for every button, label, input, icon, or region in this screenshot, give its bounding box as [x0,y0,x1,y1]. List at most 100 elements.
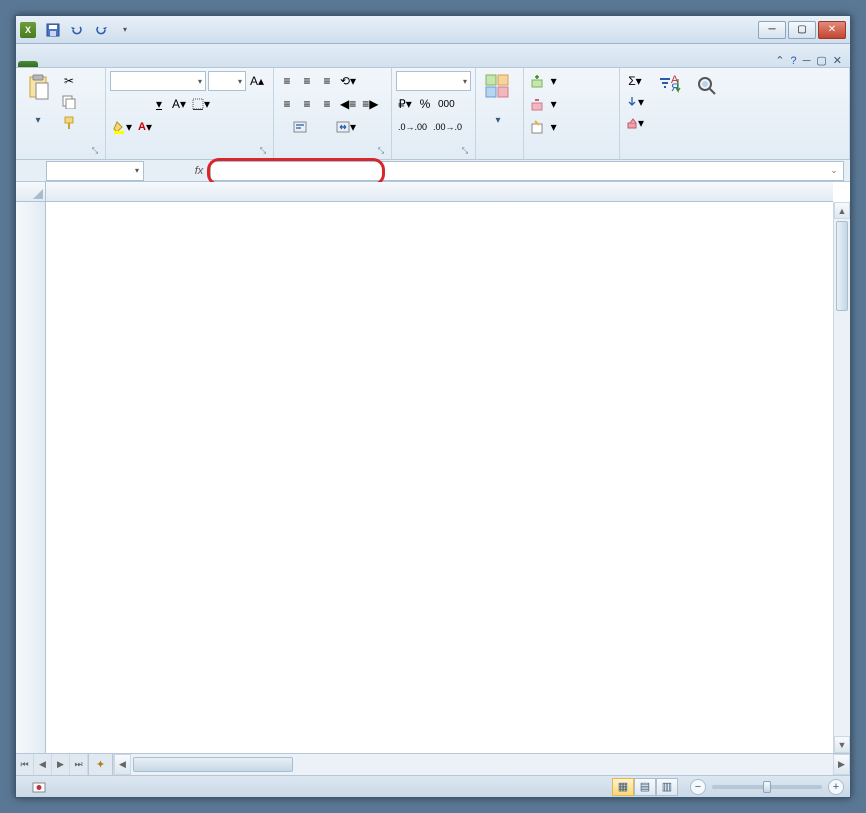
column-headers [16,182,833,202]
indent-increase-icon[interactable]: ≡▶ [360,94,380,114]
clear-button[interactable]: ▾ [624,113,646,133]
zoom-slider[interactable] [712,785,822,789]
ribbon-help-area: ⌃ ? ─ ▢ ✕ [775,54,848,67]
vscroll-thumb[interactable] [836,221,848,311]
fill-button[interactable]: ▾ [624,92,646,112]
indent-decrease-icon[interactable]: ◀≡ [338,94,358,114]
doc-minimize-icon[interactable]: ─ [803,55,811,67]
formula-expand-icon[interactable]: ⌄ [827,164,841,178]
borders-button[interactable]: ▾ [190,94,212,114]
close-button[interactable]: ✕ [818,21,846,39]
comma-icon[interactable]: 000 [436,94,457,114]
view-page-break-button[interactable]: ▥ [656,778,678,796]
scroll-left-icon[interactable]: ◀ [114,754,131,775]
doc-restore-icon[interactable]: ▢ [816,54,826,67]
name-box[interactable]: ▾ [46,161,144,181]
orientation-icon[interactable]: ⟲▾ [338,71,358,91]
view-normal-button[interactable]: ▦ [612,778,634,796]
clipboard-launcher-icon[interactable]: ⤡ [89,146,101,158]
zoom-out-button[interactable]: − [690,779,706,795]
scroll-down-icon[interactable]: ▼ [834,736,850,753]
bold-button[interactable] [110,94,128,114]
format-painter-button[interactable] [58,113,80,133]
cells-area[interactable] [46,202,833,753]
alignment-launcher-icon[interactable]: ⤡ [375,146,387,158]
group-alignment: ≡ ≡ ≡ ⟲▾ ≡ ≡ ≡ ◀≡ ≡▶ ▾ [274,68,392,159]
font-color-button[interactable]: A▾ [136,117,154,137]
underline-button[interactable]: ▾ [150,94,168,114]
row-headers [16,202,46,753]
align-bottom-icon[interactable]: ≡ [318,71,336,91]
number-format-combo[interactable]: ▾ [396,71,471,91]
group-cells-label [528,157,615,159]
formula-input[interactable]: ⌄ [210,161,844,181]
tab-first-icon[interactable]: ⏮ [16,754,34,775]
tab-next-icon[interactable]: ▶ [52,754,70,775]
new-sheet-button[interactable]: ✦ [89,754,113,775]
autosum-button[interactable]: Σ▾ [624,71,646,91]
group-number: ▾ ₽▾ % 000 .0→.00 .00→.0 ⤡ [392,68,476,159]
percent-icon[interactable]: % [416,94,434,114]
minimize-button[interactable]: ─ [758,21,786,39]
status-bar: ▦ ▤ ▥ − + [16,775,850,797]
doc-close-icon[interactable]: ✕ [833,54,842,67]
tab-prev-icon[interactable]: ◀ [34,754,52,775]
increase-font-icon[interactable]: A▴ [248,71,266,91]
group-editing: Σ▾ ▾ ▾ AЯ [620,68,850,159]
align-top-icon[interactable]: ≡ [278,71,296,91]
select-all-button[interactable] [16,182,46,201]
window-controls: ─ ▢ ✕ [758,21,846,39]
help-icon[interactable]: ? [790,55,796,67]
currency-icon[interactable]: ₽▾ [396,94,414,114]
hscroll-thumb[interactable] [133,757,293,772]
insert-cells-button[interactable]: ▾ [528,71,615,91]
ribbon: ▾ ✂ ⤡ ▾ ▾ [16,68,850,160]
group-styles: ▾ [476,68,524,159]
file-tab[interactable] [18,61,38,67]
qat-save-button[interactable] [42,19,64,41]
paste-button[interactable]: ▾ [20,71,56,128]
delete-cells-button[interactable]: ▾ [528,94,615,114]
format-cells-button[interactable]: ▾ [528,117,615,137]
scroll-up-icon[interactable]: ▲ [834,202,850,219]
sort-filter-button[interactable]: AЯ [652,71,688,105]
font-size-combo[interactable]: ▾ [208,71,246,91]
copy-button[interactable] [58,92,80,112]
qat-undo-button[interactable] [66,19,88,41]
zoom-knob[interactable] [763,781,771,793]
quick-access-toolbar: X ▾ [20,19,136,41]
font-launcher-icon[interactable]: ⤡ [257,146,269,158]
group-editing-label [624,157,845,159]
horizontal-scrollbar[interactable]: ◀ ▶ [113,754,850,775]
group-styles-label [480,157,519,159]
increase-decimal-icon[interactable]: .0→.00 [396,117,429,137]
cut-button[interactable]: ✂ [58,71,80,91]
align-middle-icon[interactable]: ≡ [298,71,316,91]
fx-button[interactable]: fx [188,161,210,181]
view-page-layout-button[interactable]: ▤ [634,778,656,796]
align-right-icon[interactable]: ≡ [318,94,336,114]
align-left-icon[interactable]: ≡ [278,94,296,114]
vertical-scrollbar[interactable]: ▲ ▼ [833,202,850,753]
wrap-text-button[interactable] [278,117,322,137]
scroll-right-icon[interactable]: ▶ [833,754,850,775]
view-buttons: ▦ ▤ ▥ [612,778,678,796]
find-select-button[interactable] [690,71,726,105]
qat-redo-button[interactable] [90,19,112,41]
decrease-font-icon[interactable]: A▾ [170,94,188,114]
font-name-combo[interactable]: ▾ [110,71,206,91]
maximize-button[interactable]: ▢ [788,21,816,39]
merge-button[interactable]: ▾ [324,117,368,137]
zoom-in-button[interactable]: + [828,779,844,795]
decrease-decimal-icon[interactable]: .00→.0 [431,117,464,137]
italic-button[interactable] [130,94,148,114]
macro-record-icon[interactable] [32,780,46,794]
number-launcher-icon[interactable]: ⤡ [459,146,471,158]
styles-button[interactable]: ▾ [480,71,516,128]
group-number-label: ⤡ [396,157,471,159]
tab-last-icon[interactable]: ⏭ [70,754,88,775]
qat-customize-button[interactable]: ▾ [114,19,136,41]
align-center-icon[interactable]: ≡ [298,94,316,114]
fill-color-button[interactable]: ▾ [110,117,134,137]
ribbon-minimize-icon[interactable]: ⌃ [775,54,784,67]
